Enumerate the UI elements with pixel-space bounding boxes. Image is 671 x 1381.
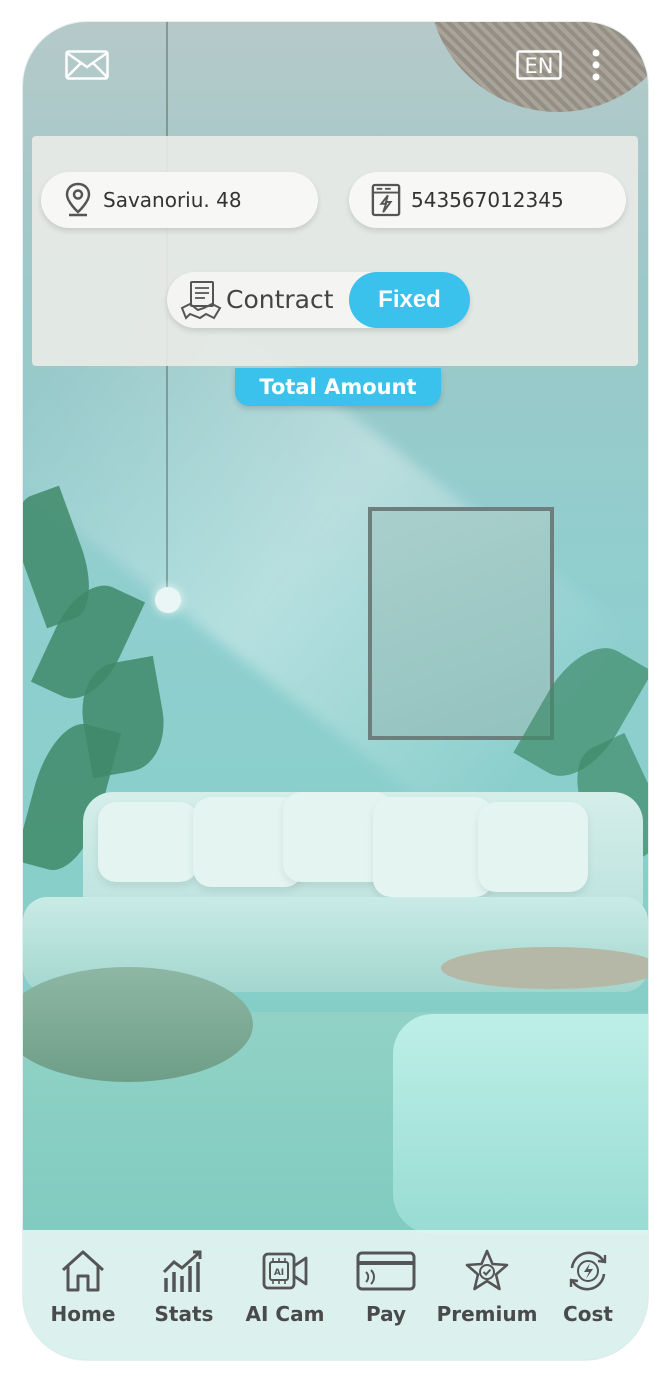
info-card: Savanoriu. 48 543567012345 Contract Fixe… (32, 136, 638, 366)
nav-item-home[interactable]: Home (33, 1230, 133, 1360)
nav-item-pay[interactable]: Pay (336, 1230, 436, 1360)
nav-label-premium: Premium (436, 1302, 538, 1326)
contract-label: Contract (226, 285, 334, 314)
nav-label-home: Home (50, 1302, 116, 1326)
meter-number-pill[interactable]: 543567012345 (349, 172, 626, 228)
cushion (373, 797, 493, 897)
coffee-table (441, 947, 648, 989)
nav-label-pay: Pay (365, 1302, 407, 1326)
nav-item-ai-cam[interactable]: AI AI Cam (235, 1230, 335, 1360)
handshake-contract-icon (180, 281, 222, 320)
nav-item-stats[interactable]: Stats (134, 1230, 234, 1360)
language-icon: EN (516, 50, 562, 80)
nav-label-cost: Cost (563, 1302, 613, 1326)
mail-icon[interactable] (65, 50, 109, 80)
ai-camera-icon: AI (262, 1252, 308, 1290)
cushion (98, 802, 198, 882)
bottom-navigation: Home Stats AI AI Cam Pay Premium Cost (23, 1230, 648, 1360)
nav-item-premium[interactable]: Premium (437, 1230, 537, 1360)
star-badge-icon (465, 1249, 509, 1291)
nav-item-cost[interactable]: Cost (538, 1230, 638, 1360)
more-vertical-icon[interactable] (589, 48, 603, 82)
address-text: Savanoriu. 48 (103, 188, 242, 212)
address-pill[interactable]: Savanoriu. 48 (41, 172, 318, 228)
language-selector[interactable]: EN (516, 50, 562, 80)
cushion (478, 802, 588, 892)
nav-label-stats: Stats (154, 1302, 214, 1326)
svg-text:AI: AI (274, 1268, 284, 1278)
stats-icon (162, 1250, 202, 1292)
energy-cost-icon (569, 1251, 607, 1291)
wall-frame (368, 507, 554, 740)
total-amount-button[interactable]: Total Amount (235, 368, 441, 406)
pendant-bulb (155, 587, 181, 613)
meter-number-text: 543567012345 (411, 188, 564, 212)
contract-toggle: Contract Fixed (167, 272, 470, 328)
ottoman (393, 1014, 648, 1234)
home-icon (61, 1250, 105, 1292)
fixed-contract-button[interactable]: Fixed (349, 272, 470, 328)
language-code: EN (525, 54, 554, 78)
electric-meter-icon (371, 183, 401, 217)
location-pin-icon (65, 182, 91, 217)
phone-screen: EN Savanoriu. 48 543567012345 Contract F… (23, 22, 648, 1360)
nav-label-ai-cam: AI Cam (245, 1302, 325, 1326)
card-icon (356, 1251, 416, 1291)
